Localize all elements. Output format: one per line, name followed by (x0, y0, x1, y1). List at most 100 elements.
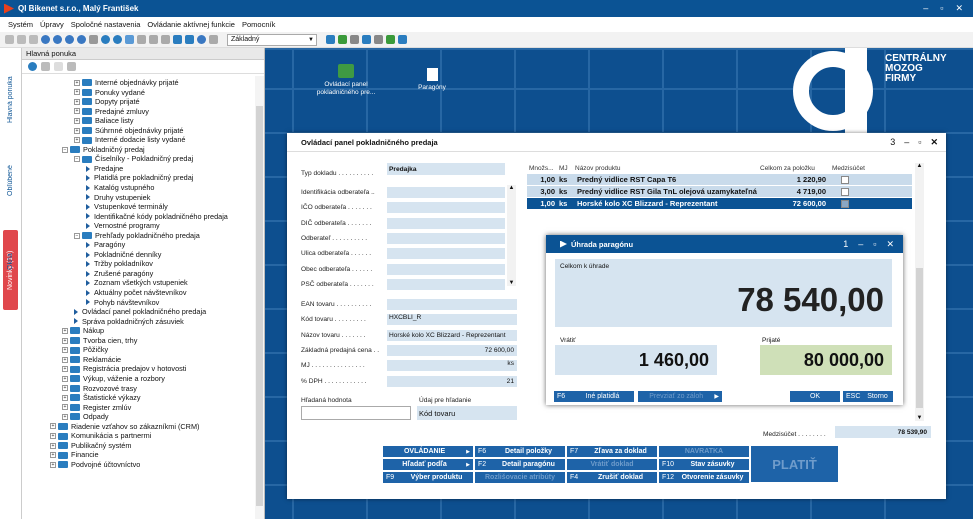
close-icon[interactable]: ✕ (930, 137, 938, 148)
menu-item[interactable]: Ovládanie aktívnej funkcie (147, 20, 235, 29)
customer-field-input[interactable] (387, 202, 505, 214)
function-button[interactable]: F4 Zrušiť doklad (567, 472, 657, 483)
pin-icon[interactable] (89, 35, 98, 44)
minimize-icon[interactable]: – (904, 137, 909, 148)
tab-favorites[interactable]: Obľúbené (3, 146, 18, 216)
function-button[interactable]: F7 Zľava za doklad (567, 446, 657, 457)
customer-field-input[interactable] (387, 263, 505, 275)
refresh-icon[interactable] (28, 62, 37, 71)
expand-toggle-icon[interactable]: + (62, 385, 68, 392)
customer-field-input[interactable] (387, 187, 505, 198)
menu-item[interactable]: Spoločné nastavenia (71, 20, 141, 29)
expand-toggle-icon[interactable]: + (74, 117, 80, 124)
expand-toggle-icon[interactable]: + (62, 413, 68, 420)
pay-button[interactable]: PLATIŤ (751, 446, 838, 482)
expand-toggle-icon[interactable]: + (74, 127, 80, 134)
globe-icon[interactable] (125, 35, 134, 44)
chart-icon[interactable] (350, 35, 359, 44)
search-input[interactable] (301, 406, 411, 420)
cut-icon[interactable] (5, 35, 14, 44)
advance-button[interactable]: Prevziať zo záloh ▶ (638, 391, 722, 402)
tree-item[interactable]: Pokladničné denníky (22, 250, 254, 260)
tree-item[interactable]: + Rozvozové trasy (22, 384, 254, 394)
subtotal-checkbox[interactable] (841, 187, 849, 196)
tree-item[interactable]: Druhy vstupeniek (22, 193, 254, 203)
check-icon[interactable] (113, 35, 122, 44)
customer-field-input[interactable] (387, 217, 505, 229)
print-icon[interactable] (362, 35, 371, 44)
expand-toggle-icon[interactable]: + (50, 423, 56, 430)
tree-item[interactable]: + Financie (22, 450, 254, 460)
tree-item[interactable]: + Registrácia predajov v hotovosti (22, 364, 254, 374)
customer-scrollbar[interactable]: ▲ ▼ (507, 185, 516, 286)
desktop-icon-control-panel[interactable]: Ovládací panel pokladničného pre... (315, 64, 377, 97)
tree-item[interactable]: Identifikačné kódy pokladničného predaja (22, 212, 254, 222)
tree-item[interactable]: + Štatistické výkazy (22, 393, 254, 403)
report-icon[interactable] (386, 35, 395, 44)
cancel-button[interactable]: ESC Storno (843, 391, 893, 402)
table-row[interactable]: 3,00 ks Predný vidlice RST Gila TnL olejov… (527, 186, 912, 198)
tree-item[interactable]: Správa pokladničných zásuviek (22, 317, 254, 327)
expand-toggle-icon[interactable]: + (50, 433, 56, 439)
function-button[interactable]: OVLÁDANIE ▶ (383, 446, 473, 457)
expand-toggle-icon[interactable]: + (62, 404, 68, 411)
tree-item[interactable]: − Číselníky - Pokladničný predaj (22, 154, 254, 164)
tree-item[interactable]: Aktuálny počet návštevníkov (22, 288, 254, 298)
expand-toggle-icon[interactable]: + (62, 337, 68, 344)
tree-item[interactable]: − Pokladničný predaj (22, 145, 254, 155)
tree-item[interactable]: Vernostné programy (22, 221, 254, 231)
other-payment-button[interactable]: F6 Iné platidlá (554, 391, 634, 402)
expand-toggle-icon[interactable]: + (50, 461, 56, 468)
tree-item[interactable]: + Súhrnné objednávky prijaté (22, 126, 254, 136)
grid-icon[interactable] (137, 35, 146, 44)
expand-toggle-icon[interactable]: + (74, 89, 80, 96)
expand-toggle-icon[interactable]: + (74, 137, 80, 144)
tree-item[interactable]: Paragóny (22, 240, 254, 250)
menu-item[interactable]: Pomocník (242, 20, 275, 29)
tree-item[interactable]: Katalóg vstupného (22, 183, 254, 193)
close-icon[interactable]: ✕ (886, 239, 894, 250)
menu-item[interactable]: Systém (8, 20, 33, 29)
function-button[interactable]: F9 Výber produktu (383, 472, 473, 483)
info-icon[interactable] (197, 35, 206, 44)
cloud-icon[interactable] (398, 35, 407, 44)
expand-toggle-icon[interactable]: + (62, 366, 68, 373)
tree-item[interactable]: + Baliace listy (22, 116, 254, 126)
tree-item[interactable]: + Interné dodacie listy vydané (22, 135, 254, 145)
items-scrollbar[interactable]: ▲ ▼ (915, 163, 924, 421)
table-row[interactable]: 1,00 ks Predný vidlice RST Capa T6 1 220,90 (527, 174, 912, 186)
refresh-icon[interactable] (65, 35, 74, 44)
expand-toggle-icon[interactable]: + (50, 442, 56, 449)
excel-icon[interactable] (338, 35, 347, 44)
tree-item[interactable]: + Tvorba cien, trhy (22, 336, 254, 346)
profile-select[interactable]: Základný ▼ (227, 33, 317, 46)
tree-item[interactable]: − Prehľady pokladničného predaja (22, 231, 254, 241)
tree-item[interactable]: + Riadenie vzťahov so zákazníkmi (CRM) (22, 422, 254, 432)
minimize-icon[interactable]: – (923, 3, 928, 14)
folder-icon[interactable] (173, 35, 182, 44)
column-header[interactable]: Názov produktu (573, 165, 758, 172)
tree-item[interactable]: Ovládací panel pokladničného predaja (22, 307, 254, 317)
tab-main-menu[interactable]: Hlavná ponuka (3, 66, 18, 134)
expand-toggle-icon[interactable]: − (62, 146, 68, 153)
search-field-select[interactable]: Kód tovaru (417, 406, 517, 420)
tree-item[interactable]: + Dopyty prijaté (22, 97, 254, 107)
expand-toggle-icon[interactable]: − (74, 232, 80, 239)
tree-item[interactable]: + Reklamácie (22, 355, 254, 365)
maximize-icon[interactable]: ▫ (918, 137, 921, 148)
function-button[interactable]: Hľadať podľa ▶ (383, 459, 473, 470)
column-header[interactable]: MJ (557, 165, 573, 172)
filter-icon[interactable] (161, 35, 170, 44)
received-input[interactable]: 80 000,00 (760, 345, 892, 375)
column-header[interactable]: Medzisúčet (830, 165, 865, 172)
tree-item[interactable]: + Interné objednávky prijaté (22, 78, 254, 88)
expand-toggle-icon[interactable]: + (62, 375, 68, 382)
function-button[interactable]: F10 Stav zásuvky (659, 459, 749, 470)
tree-item[interactable]: + Ponuky vydané (22, 88, 254, 98)
expand-toggle-icon[interactable]: + (62, 356, 68, 363)
maximize-icon[interactable]: ▫ (873, 239, 876, 250)
tree-item[interactable]: Pohyb návštevníkov (22, 298, 254, 308)
minimize-icon[interactable]: – (858, 239, 863, 250)
tab-windows[interactable]: Okná (3, 244, 18, 280)
expand-toggle-icon[interactable]: + (50, 452, 56, 459)
